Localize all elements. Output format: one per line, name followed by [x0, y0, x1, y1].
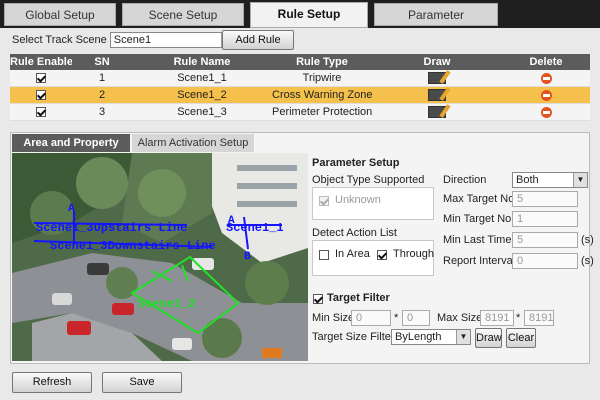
overlay-upstairs-label: Scene1_3Upstairs Line: [36, 221, 187, 235]
table-header: Rule Enable SN Rule Name Rule Type Draw …: [10, 54, 590, 70]
row-sn: 3: [98, 106, 106, 118]
draw-icon[interactable]: [428, 106, 446, 119]
col-sn: SN: [94, 56, 110, 68]
object-type-label: Object Type Supported: [312, 174, 425, 186]
direction-value: Both: [516, 174, 539, 186]
track-scene-row: Select Track Scene Scene1 ▼: [12, 31, 236, 49]
row-sn: 2: [98, 89, 106, 101]
rule-enable-checkbox[interactable]: [36, 107, 46, 118]
unknown-checkbox[interactable]: [319, 196, 329, 206]
min-width-input[interactable]: 0: [351, 310, 391, 326]
overlay-marker-a: A: [68, 203, 75, 215]
track-scene-select[interactable]: Scene1 ▼: [109, 32, 236, 48]
max-size-label: Max Size: [437, 312, 483, 324]
col-rule-name: Rule Name: [173, 56, 231, 68]
row-name: Scene1_1: [177, 72, 227, 84]
overlay-marker-a2: A: [228, 215, 235, 227]
tab-alarm-activation-setup[interactable]: Alarm Activation Setup: [132, 134, 254, 152]
overlay-downstairs-label: Scene1_3Downstairs Line: [50, 239, 216, 253]
in-area-checkbox[interactable]: [319, 250, 329, 260]
table-row[interactable]: 1 Scene1_1 Tripwire: [10, 70, 590, 87]
target-filter-label: Target Filter: [327, 292, 390, 304]
max-width-input[interactable]: 8191: [480, 310, 514, 326]
through-checkbox[interactable]: [377, 250, 387, 260]
row-type: Tripwire: [302, 72, 342, 84]
max-size-times: *: [516, 312, 521, 324]
min-size-label: Min Size: [312, 312, 355, 324]
col-rule-type: Rule Type: [296, 56, 348, 68]
tab-parameter[interactable]: Parameter: [374, 3, 498, 26]
tab-global-setup[interactable]: Global Setup: [4, 3, 116, 26]
row-sn: 1: [98, 72, 106, 84]
detect-action-label: Detect Action List: [312, 227, 397, 239]
max-target-input[interactable]: 5: [512, 191, 578, 207]
direction-label: Direction: [443, 174, 487, 186]
row-name: Scene1_3: [177, 106, 227, 118]
target-size-filter-select[interactable]: ByLength ▼: [391, 329, 471, 345]
table-row[interactable]: 3 Scene1_3 Perimeter Protection: [10, 104, 590, 121]
rule-table: Rule Enable SN Rule Name Rule Type Draw …: [10, 54, 590, 121]
draw-icon[interactable]: [428, 89, 446, 102]
save-button[interactable]: Save: [102, 372, 182, 393]
video-preview[interactable]: Scene1_3Upstairs Line Scene1_3Downstairs…: [12, 153, 308, 361]
max-height-input[interactable]: 8191: [524, 310, 554, 326]
target-filter-checkbox[interactable]: [313, 294, 323, 304]
clear-button[interactable]: Clear: [506, 328, 536, 348]
report-interval-unit: (s): [581, 255, 594, 267]
report-interval-input[interactable]: 0: [512, 253, 578, 269]
top-nav-bar: Global Setup Scene Setup Rule Setup Para…: [0, 0, 600, 28]
direction-select[interactable]: Both ▼: [512, 172, 588, 188]
parameter-setup-title: Parameter Setup: [312, 157, 400, 169]
rule-enable-checkbox[interactable]: [36, 73, 46, 84]
track-scene-value: Scene1: [113, 34, 152, 46]
min-last-time-unit: (s): [581, 234, 594, 246]
table-row[interactable]: 2 Scene1_2 Cross Warning Zone: [10, 87, 590, 104]
row-name: Scene1_2: [177, 89, 227, 101]
through-label: Through: [393, 248, 434, 260]
detect-action-box: In Area Through: [312, 240, 434, 276]
tab-rule-setup[interactable]: Rule Setup: [250, 2, 368, 28]
overlay-marker-b: B: [244, 251, 251, 263]
chevron-down-icon: ▼: [456, 330, 470, 344]
in-area-label: In Area: [335, 248, 370, 260]
max-target-label: Max Target No.: [443, 193, 518, 205]
col-rule-enable: Rule Enable: [10, 56, 72, 68]
report-interval-label: Report Interval: [443, 255, 516, 267]
delete-icon[interactable]: [540, 89, 552, 101]
overlay-zone-label: Scene1_2: [138, 297, 196, 311]
refresh-button[interactable]: Refresh: [12, 372, 92, 393]
chevron-down-icon: ▼: [573, 173, 587, 187]
rule-enable-checkbox[interactable]: [36, 90, 46, 101]
min-target-label: Min Target No.: [443, 213, 515, 225]
min-last-time-label: Min Last Time: [443, 234, 512, 246]
draw-icon[interactable]: [428, 72, 446, 85]
add-rule-button[interactable]: Add Rule: [222, 30, 294, 50]
min-height-input[interactable]: 0: [402, 310, 430, 326]
scene-image: Scene1_3Upstairs Line Scene1_3Downstairs…: [12, 153, 308, 361]
tab-scene-setup[interactable]: Scene Setup: [122, 3, 244, 26]
col-delete: Delete: [529, 56, 563, 68]
tab-area-property-setup[interactable]: Area and Property Setup: [12, 134, 130, 167]
row-type: Perimeter Protection: [272, 106, 372, 118]
draw-button[interactable]: Draw: [475, 328, 502, 348]
min-size-times: *: [394, 312, 399, 324]
overlay-tripwire-label: Scene1_1: [226, 221, 284, 235]
unknown-label: Unknown: [335, 194, 381, 206]
delete-icon[interactable]: [540, 106, 552, 118]
target-size-filter-value: ByLength: [395, 331, 442, 343]
row-type: Cross Warning Zone: [272, 89, 372, 101]
min-last-time-input[interactable]: 5: [512, 232, 578, 248]
delete-icon[interactable]: [540, 72, 552, 84]
object-type-box: Unknown: [312, 187, 434, 220]
min-target-input[interactable]: 1: [512, 211, 578, 227]
track-scene-label: Select Track Scene: [12, 34, 107, 46]
target-size-filter-label: Target Size Filter: [312, 331, 395, 343]
col-draw: Draw: [423, 56, 451, 68]
